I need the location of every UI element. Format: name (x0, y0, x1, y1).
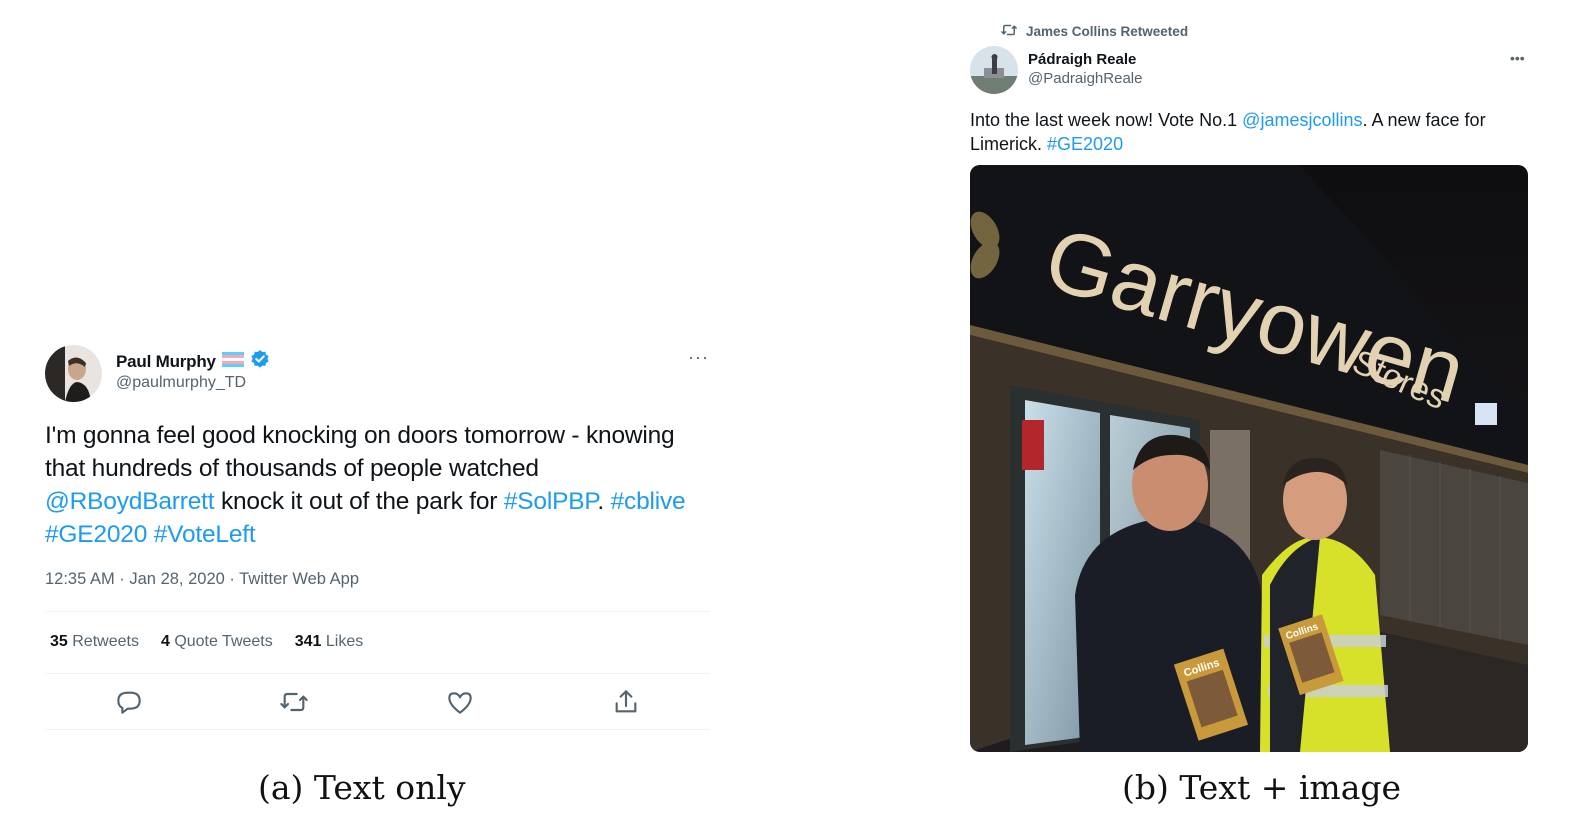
tweet-photo[interactable]: Garryowen Stores Collins Collins (970, 165, 1528, 752)
more-options-button[interactable]: ••• (1510, 50, 1525, 66)
retweet-context: James Collins Retweeted (1000, 22, 1188, 41)
likes-count: 341 (294, 633, 322, 650)
retweet-small-icon (1000, 22, 1018, 41)
engagement-stats: 35 Retweets 4 Quote Tweets 341 Likes (50, 633, 363, 651)
tweet-link[interactable]: #GE2020 (1047, 134, 1123, 154)
divider (45, 673, 710, 674)
author-name-row: Paul Murphy (116, 349, 270, 374)
tweet-link[interactable]: #GE2020 (45, 521, 147, 548)
caption-a: (a) Text only (258, 768, 466, 807)
author-name[interactable]: Paul Murphy (116, 352, 216, 372)
divider (45, 611, 710, 612)
verified-icon (250, 349, 270, 374)
tweet-text: I'm gonna feel good knocking on doors to… (45, 422, 675, 482)
quote-tweets-stat[interactable]: 4 Quote Tweets (161, 633, 273, 651)
retweet-icon[interactable] (278, 686, 310, 718)
like-icon[interactable] (444, 686, 476, 718)
tweet-link[interactable]: #SolPBP (504, 488, 598, 515)
action-bar (45, 686, 710, 718)
caption-b: (b) Text + image (1122, 768, 1402, 807)
tweet-text-only: Paul Murphy @paulmurphy_TD ··· I'm gonna… (0, 0, 760, 838)
author-handle[interactable]: @PadraighReale (1028, 70, 1142, 87)
author-name[interactable]: Pádraigh Reale (1028, 51, 1136, 68)
divider (45, 729, 710, 730)
tweet-text: knock it out of the park for (214, 488, 504, 515)
tweet-body: Into the last week now! Vote No.1 @james… (970, 108, 1530, 156)
tweet-link[interactable]: #cblive (611, 488, 686, 515)
quote-count: 4 (160, 633, 170, 650)
likes-stat[interactable]: 341 Likes (295, 633, 364, 651)
reply-icon[interactable] (113, 686, 145, 718)
avatar[interactable] (970, 46, 1018, 94)
retweets-label: Retweets (72, 633, 139, 650)
tweet-timestamp[interactable]: 12:35 AM · Jan 28, 2020 · Twitter Web Ap… (45, 570, 359, 589)
retweets-count: 35 (50, 633, 68, 650)
tweet-link[interactable]: @jamesjcollins (1242, 110, 1362, 130)
author-handle[interactable]: @paulmurphy_TD (116, 374, 246, 392)
retweeted-by[interactable]: James Collins Retweeted (1026, 24, 1188, 39)
tweet-link[interactable]: @RBoydBarrett (45, 488, 215, 515)
tweet-link[interactable]: #VoteLeft (154, 521, 256, 548)
tweet-text (147, 521, 154, 548)
flag-icon (221, 351, 244, 372)
tweet-text: Into the last week now! Vote No.1 (970, 110, 1243, 130)
retweets-stat[interactable]: 35 Retweets (50, 633, 139, 651)
more-options-button[interactable]: ··· (688, 347, 709, 368)
avatar[interactable] (45, 345, 102, 402)
quote-label: Quote Tweets (174, 633, 273, 650)
likes-label: Likes (325, 633, 364, 650)
tweet-text: . (597, 488, 611, 515)
tweet-body: I'm gonna feel good knocking on doors to… (45, 419, 705, 551)
share-icon[interactable] (610, 686, 642, 718)
